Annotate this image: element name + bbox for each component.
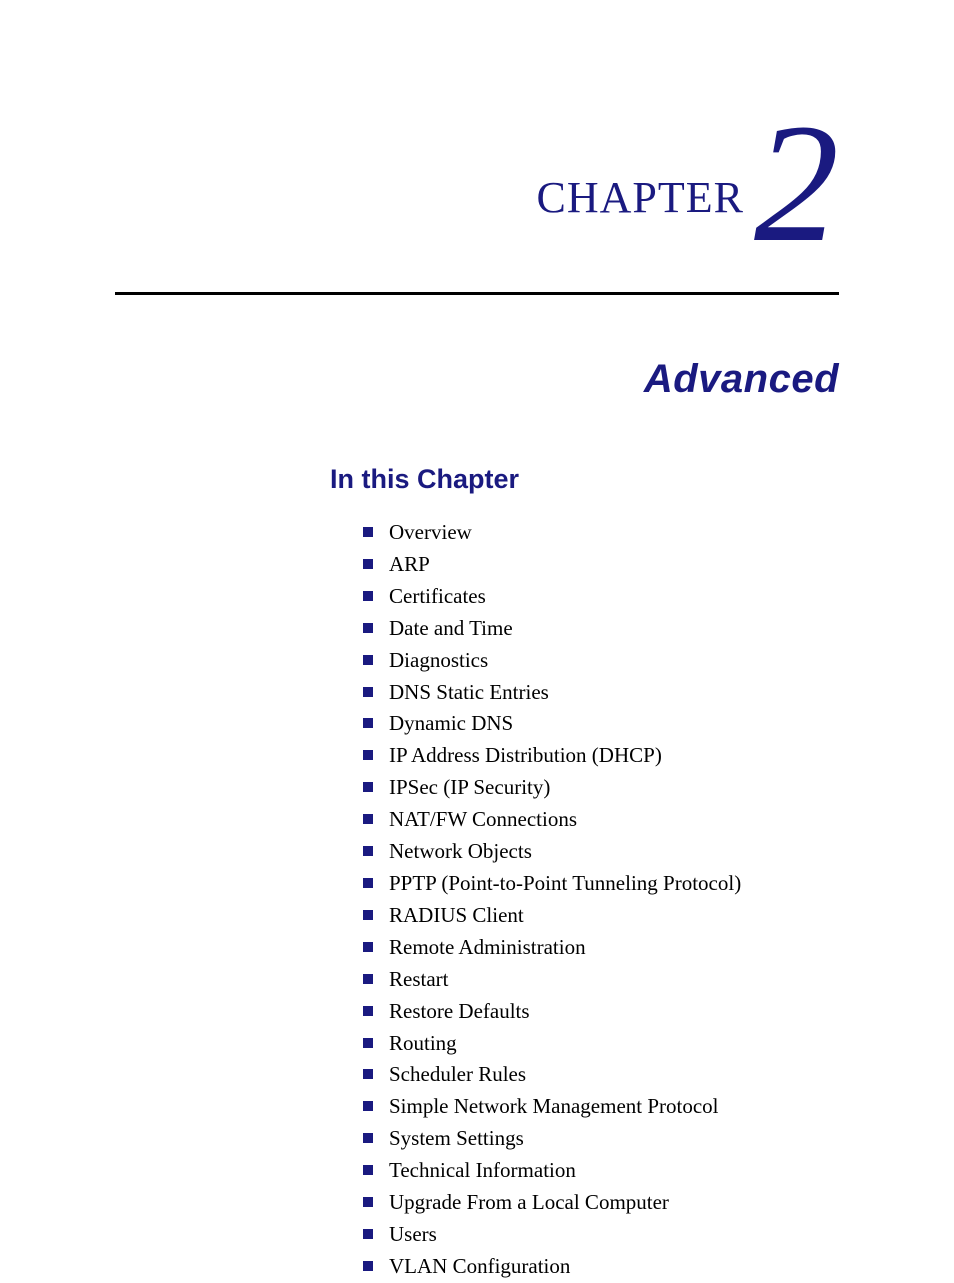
- list-item-label: Network Objects: [389, 839, 532, 863]
- list-item-label: ARP: [389, 552, 430, 576]
- list-item-label: Technical Information: [389, 1158, 576, 1182]
- list-item-label: RADIUS Client: [389, 903, 524, 927]
- list-item-label: Restart: [389, 967, 448, 991]
- list-item-label: Remote Administration: [389, 935, 586, 959]
- square-bullet-icon: [363, 623, 373, 633]
- list-item-label: Restore Defaults: [389, 999, 530, 1023]
- square-bullet-icon: [363, 591, 373, 601]
- square-bullet-icon: [363, 782, 373, 792]
- chapter-divider: [115, 292, 839, 295]
- list-item-label: Scheduler Rules: [389, 1062, 526, 1086]
- square-bullet-icon: [363, 687, 373, 697]
- square-bullet-icon: [363, 974, 373, 984]
- square-bullet-icon: [363, 942, 373, 952]
- list-item-label: Date and Time: [389, 616, 513, 640]
- list-item: Upgrade From a Local Computer: [363, 1187, 839, 1219]
- list-item-label: Upgrade From a Local Computer: [389, 1190, 669, 1214]
- list-item-label: IPSec (IP Security): [389, 775, 550, 799]
- list-item: Date and Time: [363, 613, 839, 645]
- list-item: DNS Static Entries: [363, 677, 839, 709]
- list-item-label: Users: [389, 1222, 437, 1246]
- square-bullet-icon: [363, 1038, 373, 1048]
- chapter-title: Advanced: [115, 357, 839, 402]
- list-item: ARP: [363, 549, 839, 581]
- chapter-label: CHAPTER: [537, 172, 744, 223]
- square-bullet-icon: [363, 1069, 373, 1079]
- list-item: Restore Defaults: [363, 996, 839, 1028]
- square-bullet-icon: [363, 846, 373, 856]
- square-bullet-icon: [363, 1229, 373, 1239]
- square-bullet-icon: [363, 1165, 373, 1175]
- list-item: Routing: [363, 1028, 839, 1060]
- list-item: VLAN Configuration: [363, 1251, 839, 1283]
- list-item-label: Certificates: [389, 584, 486, 608]
- list-item-label: Simple Network Management Protocol: [389, 1094, 719, 1118]
- square-bullet-icon: [363, 1133, 373, 1143]
- list-item-label: Overview: [389, 520, 472, 544]
- square-bullet-icon: [363, 910, 373, 920]
- page-content: CHAPTER 2 Advanced In this Chapter Overv…: [0, 0, 954, 1283]
- chapter-number: 2: [754, 98, 839, 268]
- square-bullet-icon: [363, 1197, 373, 1207]
- list-item: Restart: [363, 964, 839, 996]
- list-item: Scheduler Rules: [363, 1059, 839, 1091]
- list-item: Dynamic DNS: [363, 708, 839, 740]
- square-bullet-icon: [363, 1101, 373, 1111]
- square-bullet-icon: [363, 655, 373, 665]
- square-bullet-icon: [363, 1261, 373, 1271]
- list-item: Remote Administration: [363, 932, 839, 964]
- list-item: NAT/FW Connections: [363, 804, 839, 836]
- list-item: Technical Information: [363, 1155, 839, 1187]
- list-item-label: Routing: [389, 1031, 457, 1055]
- list-item: Diagnostics: [363, 645, 839, 677]
- toc-list: Overview ARP Certificates Date and Time …: [363, 517, 839, 1283]
- list-item: IPSec (IP Security): [363, 772, 839, 804]
- list-item: RADIUS Client: [363, 900, 839, 932]
- list-item-label: VLAN Configuration: [389, 1254, 570, 1278]
- square-bullet-icon: [363, 718, 373, 728]
- list-item: Overview: [363, 517, 839, 549]
- list-item: Network Objects: [363, 836, 839, 868]
- list-item: PPTP (Point-to-Point Tunneling Protocol): [363, 868, 839, 900]
- square-bullet-icon: [363, 527, 373, 537]
- section-heading: In this Chapter: [330, 464, 839, 495]
- list-item-label: IP Address Distribution (DHCP): [389, 743, 662, 767]
- list-item: Simple Network Management Protocol: [363, 1091, 839, 1123]
- square-bullet-icon: [363, 1006, 373, 1016]
- list-item: System Settings: [363, 1123, 839, 1155]
- square-bullet-icon: [363, 559, 373, 569]
- list-item-label: Dynamic DNS: [389, 711, 513, 735]
- list-item-label: PPTP (Point-to-Point Tunneling Protocol): [389, 871, 741, 895]
- list-item-label: DNS Static Entries: [389, 680, 549, 704]
- chapter-header: CHAPTER 2: [115, 70, 839, 240]
- square-bullet-icon: [363, 750, 373, 760]
- square-bullet-icon: [363, 878, 373, 888]
- list-item: IP Address Distribution (DHCP): [363, 740, 839, 772]
- square-bullet-icon: [363, 814, 373, 824]
- list-item-label: System Settings: [389, 1126, 524, 1150]
- list-item-label: Diagnostics: [389, 648, 488, 672]
- list-item-label: NAT/FW Connections: [389, 807, 577, 831]
- list-item: Certificates: [363, 581, 839, 613]
